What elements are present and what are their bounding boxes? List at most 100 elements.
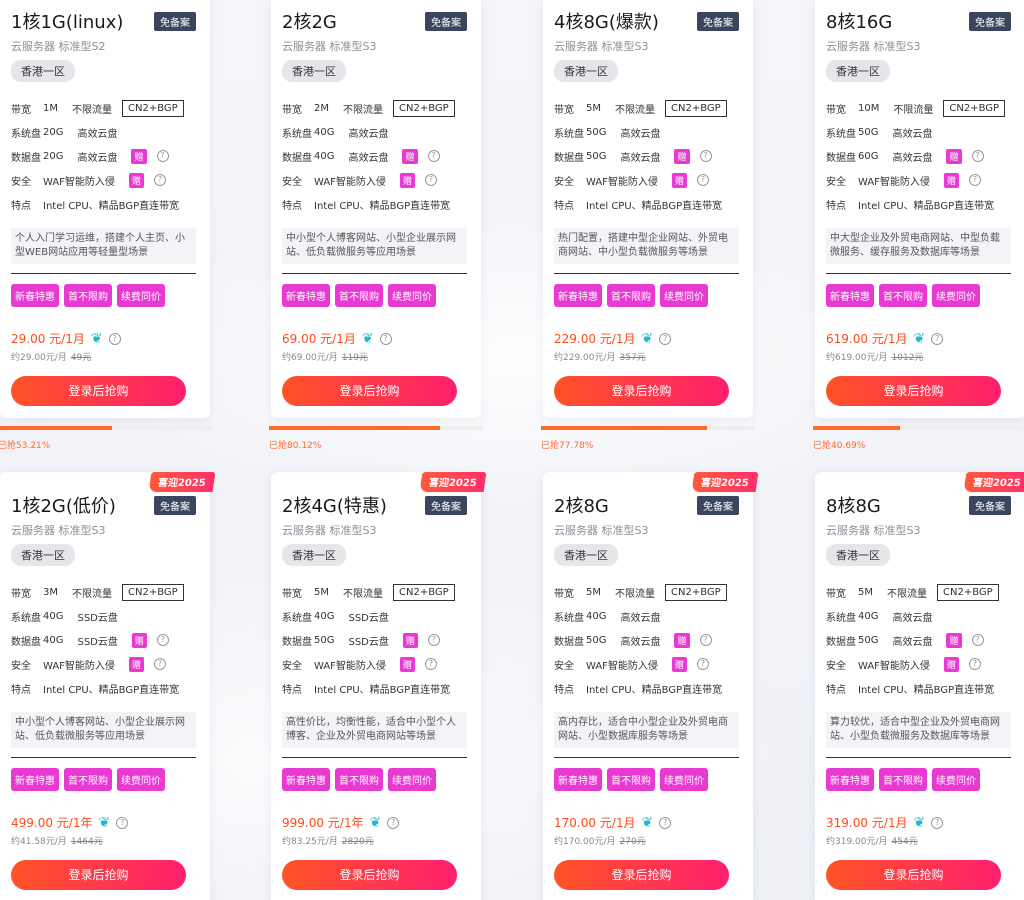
product-description: 个人入门学习运维，搭建个人主页、小型WEB网站应用等轻量型场景 [11, 228, 196, 264]
divider [11, 273, 196, 274]
product-subtitle: 云服务器 标准型S3 [11, 524, 106, 537]
help-icon[interactable]: ? [116, 816, 129, 829]
spec-features: 特点 Intel CPU、精品BGP直连带宽 [554, 192, 743, 216]
spec-label: 数据盘 [826, 636, 856, 648]
region-tag[interactable]: 香港一区 [554, 544, 618, 566]
product-card: 8核16G 免备案 云服务器 标准型S3 香港一区 带宽 10M 不限流量 CN… [815, 0, 1024, 418]
spec-value: 40G [43, 610, 64, 622]
help-icon[interactable]: ? [153, 174, 166, 186]
buy-button[interactable]: 登录后抢购 [282, 860, 457, 890]
spec-label: 带宽 [282, 588, 302, 600]
no-filing-badge: 免备案 [969, 496, 1011, 515]
spec-value: Intel CPU、精品BGP直连带宽 [314, 684, 451, 696]
region-tag[interactable]: 香港一区 [826, 60, 890, 82]
gift-tag: 赠 [943, 656, 959, 672]
spec-sys-disk: 系统盘 40G 高效云盘 [826, 604, 1015, 628]
buy-button[interactable]: 登录后抢购 [11, 860, 186, 890]
help-icon[interactable]: ? [971, 150, 984, 162]
help-icon[interactable]: ? [387, 816, 400, 829]
spec-value: 不限流量 [893, 104, 934, 116]
region-tag[interactable]: 香港一区 [11, 544, 75, 566]
help-icon[interactable]: ? [659, 816, 672, 829]
no-filing-badge: 免备案 [697, 12, 739, 31]
help-icon[interactable]: ? [379, 332, 392, 345]
sold-percent-label: 已抢53.21% [0, 441, 51, 451]
spec-value: WAF智能防入侵 [858, 176, 930, 188]
help-icon[interactable]: ? [931, 816, 944, 829]
region-tag[interactable]: 香港一区 [826, 544, 890, 566]
buy-button[interactable]: 登录后抢购 [826, 860, 1001, 890]
region-tag[interactable]: 香港一区 [282, 544, 346, 566]
help-icon[interactable]: ? [968, 174, 981, 186]
help-icon[interactable]: ? [424, 658, 437, 670]
no-filing-badge: 免备案 [425, 496, 467, 515]
product-card: 4核8G(爆款) 免备案 云服务器 标准型S3 香港一区 带宽 5M 不限流量 … [543, 0, 753, 418]
spec-value: 不限流量 [615, 588, 655, 600]
region-tag[interactable]: 香港一区 [11, 60, 75, 82]
region-tag[interactable]: 香港一区 [282, 60, 346, 82]
promo-tags: 新春特惠 首不限购 续费同价 [826, 284, 980, 307]
spec-label: 安全 [11, 660, 31, 672]
help-icon[interactable]: ? [699, 150, 712, 162]
help-icon[interactable]: ? [659, 332, 672, 345]
help-icon[interactable]: ? [153, 658, 166, 670]
spec-security: 安全 WAF智能防入侵 赠 ? [826, 168, 1015, 192]
promo-tag: 续费同价 [932, 284, 980, 307]
help-icon[interactable]: ? [971, 634, 984, 646]
spec-list: 带宽 5M 不限流量 CN2+BGP 系统盘 50G 高效云盘 数据盘 50G … [554, 96, 743, 216]
spec-bandwidth: 带宽 5M 不限流量 CN2+BGP [282, 580, 471, 604]
promo-tag: 新春特惠 [11, 284, 59, 307]
spec-data-disk: 数据盘 50G SSD云盘 赠 ? [282, 628, 471, 652]
spec-data-disk: 数据盘 60G 高效云盘 赠 ? [826, 144, 1015, 168]
price: 319.00 元/1月 [826, 816, 908, 830]
help-icon[interactable]: ? [968, 658, 981, 670]
spec-label: 系统盘 [11, 128, 41, 140]
monthly-equivalent: 约83.25元/月 [282, 837, 338, 847]
help-icon[interactable]: ? [427, 634, 440, 646]
spec-value: WAF智能防入侵 [858, 660, 930, 672]
buy-button[interactable]: 登录后抢购 [826, 376, 1001, 406]
spec-list: 带宽 5M 不限流量 CN2+BGP 系统盘 40G 高效云盘 数据盘 50G … [554, 580, 743, 700]
no-filing-badge: 免备案 [154, 496, 196, 515]
spec-value: SSD云盘 [77, 636, 118, 648]
spec-value: 40G [586, 610, 607, 622]
product-description: 中小型个人博客网站、小型企业展示网站、低负载微服务等应用场景 [11, 712, 196, 748]
buy-button[interactable]: 登录后抢购 [554, 376, 729, 406]
help-icon[interactable]: ? [696, 174, 709, 186]
spec-value: 50G [314, 634, 335, 646]
line-tag: CN2+BGP [937, 583, 999, 601]
product-subtitle: 云服务器 标准型S3 [554, 524, 649, 537]
price: 170.00 元/1月 [554, 816, 636, 830]
help-icon[interactable]: ? [424, 174, 437, 186]
help-icon[interactable]: ? [931, 332, 944, 345]
gift-tag: 赠 [128, 172, 144, 188]
help-icon[interactable]: ? [696, 658, 709, 670]
monthly-price: 约619.00元/月 1012元 [826, 350, 923, 363]
help-icon[interactable]: ? [427, 150, 440, 162]
spec-list: 带宽 10M 不限流量 CN2+BGP 系统盘 50G 高效云盘 数据盘 60G… [826, 96, 1015, 216]
gift-tag: 赠 [131, 632, 147, 648]
buy-button[interactable]: 登录后抢购 [554, 860, 729, 890]
original-price: 49元 [70, 353, 92, 363]
buy-button[interactable]: 登录后抢购 [11, 376, 186, 406]
spec-value: 50G [858, 126, 879, 138]
spec-value: 高效云盘 [77, 152, 118, 164]
spec-data-disk: 数据盘 40G 高效云盘 赠 ? [282, 144, 471, 168]
spec-bandwidth: 带宽 2M 不限流量 CN2+BGP [282, 96, 471, 120]
vip-icon: ❦ [98, 814, 111, 831]
promo-ribbon: 喜迎2025 [691, 472, 759, 492]
spec-label: 带宽 [11, 104, 31, 116]
spec-label: 数据盘 [11, 152, 41, 164]
spec-label: 带宽 [11, 588, 31, 600]
region-tag[interactable]: 香港一区 [554, 60, 618, 82]
help-icon[interactable]: ? [156, 634, 169, 646]
spec-bandwidth: 带宽 3M 不限流量 CN2+BGP [11, 580, 200, 604]
help-icon[interactable]: ? [699, 634, 712, 646]
spec-data-disk: 数据盘 50G 高效云盘 赠 ? [554, 144, 743, 168]
gift-tag: 赠 [402, 148, 418, 164]
buy-button[interactable]: 登录后抢购 [282, 376, 457, 406]
spec-value: 高效云盘 [892, 636, 933, 648]
help-icon[interactable]: ? [156, 150, 169, 162]
help-icon[interactable]: ? [108, 332, 121, 345]
spec-label: 带宽 [554, 104, 574, 116]
